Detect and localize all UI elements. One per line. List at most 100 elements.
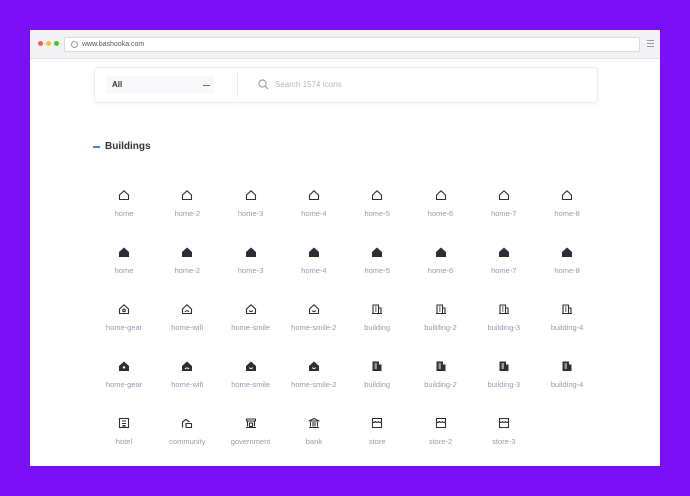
icon-name: home-8 [554,209,580,218]
icon-name: home-6 [427,266,454,275]
icon-name: building-4 [550,380,584,389]
icon-name: home-wifi [171,323,204,332]
house-outline-icon [498,190,509,201]
icon-tile[interactable]: home-2 [157,189,217,229]
building-fill-icon [499,361,509,371]
search-icon [258,79,269,90]
icon-name: building [364,323,391,332]
building-fill-icon [372,361,382,371]
icon-tile[interactable]: building [347,303,407,343]
icon-name: store [368,437,386,446]
icon-name: home-2 [174,209,201,218]
minimize-window-dot[interactable] [46,41,51,46]
icon-tile[interactable]: home [94,246,154,286]
icon-name: home-smile-2 [291,323,337,332]
address-text: www.bashooka.com [82,41,145,48]
store-outline-icon [435,417,446,429]
icon-tile[interactable]: home-5 [347,246,407,286]
icon-tile[interactable]: home-smile [221,360,281,400]
category-dropdown[interactable]: All [106,76,214,94]
icon-tile[interactable]: home-7 [474,189,534,229]
icon-tile[interactable]: home-wifi [157,303,217,343]
building-outline-icon [562,304,573,315]
building-fill-icon [562,361,572,371]
icon-tile[interactable]: building [347,360,407,400]
house-fill-icon [308,247,319,257]
browser-window: www.bashooka.com All Buildings home home-… [30,30,660,466]
house-outline-icon [435,190,446,201]
icon-tile[interactable]: building-2 [411,360,471,400]
icon-tile[interactable]: home-4 [284,189,344,229]
icon-tile[interactable]: home-6 [411,189,471,229]
house-outline-icon [562,190,573,201]
divider [237,72,238,98]
icon-name: home-2 [174,266,201,275]
store-outline-icon [372,417,383,429]
home-gear-outline-icon [118,304,130,315]
icon-tile[interactable]: home [94,189,154,229]
home-smile-fill-icon [245,361,256,371]
icon-name: home-wifi [171,380,204,389]
icon-tile[interactable]: building-4 [537,303,597,343]
icon-search-bar: All [94,67,598,103]
icon-tile[interactable]: building-3 [474,360,534,400]
icon-name: home-gear [105,380,143,389]
icon-tile[interactable]: home-gear [94,360,154,400]
house-fill-icon [498,247,509,257]
icon-name: home-5 [364,266,390,275]
icon-name: store-3 [492,437,516,446]
icon-tile[interactable]: home-2 [157,246,217,286]
close-window-dot[interactable] [38,41,43,46]
icon-tile[interactable]: home-4 [284,246,344,286]
icon-name: home [114,209,134,218]
icon-name: government [230,437,271,446]
search-input[interactable] [275,77,555,91]
community-outline-icon [182,418,193,429]
building-outline-icon [435,304,446,315]
site-info-icon [71,41,78,48]
icon-name: home-gear [105,323,143,332]
house-outline-icon [118,190,130,201]
category-selected-value: All [112,80,123,89]
icon-name: home-8 [554,266,580,275]
icon-name: community [169,437,206,446]
icon-tile[interactable]: building-2 [411,303,471,343]
icon-tile[interactable]: store-3 [474,417,534,457]
icon-tile[interactable]: government [221,417,281,457]
icon-name: home-6 [427,209,454,218]
icon-tile[interactable]: store-2 [411,417,471,457]
house-fill-icon [435,247,446,257]
home-wifi-fill-icon [182,361,193,371]
home-smile-outline-icon [308,304,319,315]
icon-name: home-7 [491,266,517,275]
icon-tile[interactable]: home-7 [474,246,534,286]
icon-tile[interactable]: building-4 [537,360,597,400]
icon-tile[interactable]: home-8 [537,246,597,286]
icon-tile[interactable]: building-3 [474,303,534,343]
government-outline-icon [245,418,256,429]
icon-tile[interactable]: home-smile [221,303,281,343]
icon-tile[interactable]: home-8 [537,189,597,229]
icon-tile[interactable]: home-3 [221,246,281,286]
house-outline-icon [308,190,319,201]
browser-menu-icon[interactable] [647,40,654,47]
icon-tile[interactable]: community [157,417,217,457]
home-smile-fill-icon [308,361,319,371]
icon-name: building-3 [487,380,521,389]
icon-tile[interactable]: home-gear [94,303,154,343]
icon-tile[interactable]: home-wifi [157,360,217,400]
icon-tile[interactable]: home-3 [221,189,281,229]
icon-tile[interactable]: home-6 [411,246,471,286]
house-fill-icon [372,247,383,257]
home-gear-fill-icon [119,361,129,371]
building-fill-icon [436,361,445,371]
icon-tile[interactable]: home-smile-2 [284,360,344,400]
icon-tile[interactable]: home-smile-2 [284,303,344,343]
icon-tile[interactable]: store [347,417,407,457]
icon-tile[interactable]: home-5 [347,189,407,229]
address-bar[interactable]: www.bashooka.com [64,37,640,52]
maximize-window-dot[interactable] [54,41,59,46]
icon-tile[interactable]: bank [284,417,344,457]
icon-tile[interactable]: hotel [94,417,154,457]
building-outline-icon [498,304,509,315]
